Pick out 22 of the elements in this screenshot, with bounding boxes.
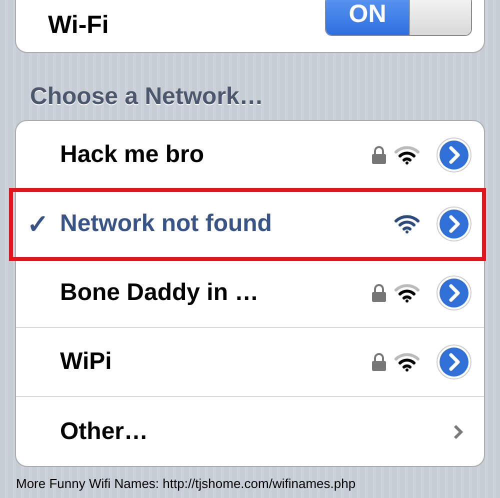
wifi-label: Wi-Fi bbox=[48, 10, 109, 42]
wifi-signal-icon bbox=[394, 283, 420, 303]
network-name[interactable]: Bone Daddy in … bbox=[60, 275, 259, 311]
detail-disclosure-icon[interactable] bbox=[436, 275, 472, 311]
other-network-label: Other… bbox=[60, 416, 148, 446]
lock-icon bbox=[372, 146, 386, 164]
wifi-signal-icon bbox=[394, 214, 420, 234]
detail-disclosure-icon[interactable] bbox=[436, 344, 472, 380]
section-header: Choose a Network… bbox=[30, 83, 264, 110]
lock-icon bbox=[372, 284, 386, 302]
caption: More Funny Wifi Names: http://tjshome.com/wifinames.php bbox=[16, 476, 356, 491]
wifi-signal-icon bbox=[394, 145, 420, 165]
network-name[interactable]: Network not found bbox=[60, 206, 272, 242]
network-name[interactable]: Hack me bro bbox=[60, 137, 204, 173]
detail-disclosure-icon[interactable] bbox=[436, 206, 472, 242]
wifi-signal-icon bbox=[394, 352, 420, 372]
wifi-toggle[interactable]: ON bbox=[325, 0, 472, 36]
chevron-icon bbox=[452, 422, 464, 440]
checkmark: ✓ bbox=[27, 208, 49, 240]
network-name[interactable]: WiPi bbox=[60, 344, 112, 380]
lock-icon bbox=[372, 353, 386, 371]
detail-disclosure-icon[interactable] bbox=[436, 137, 472, 173]
